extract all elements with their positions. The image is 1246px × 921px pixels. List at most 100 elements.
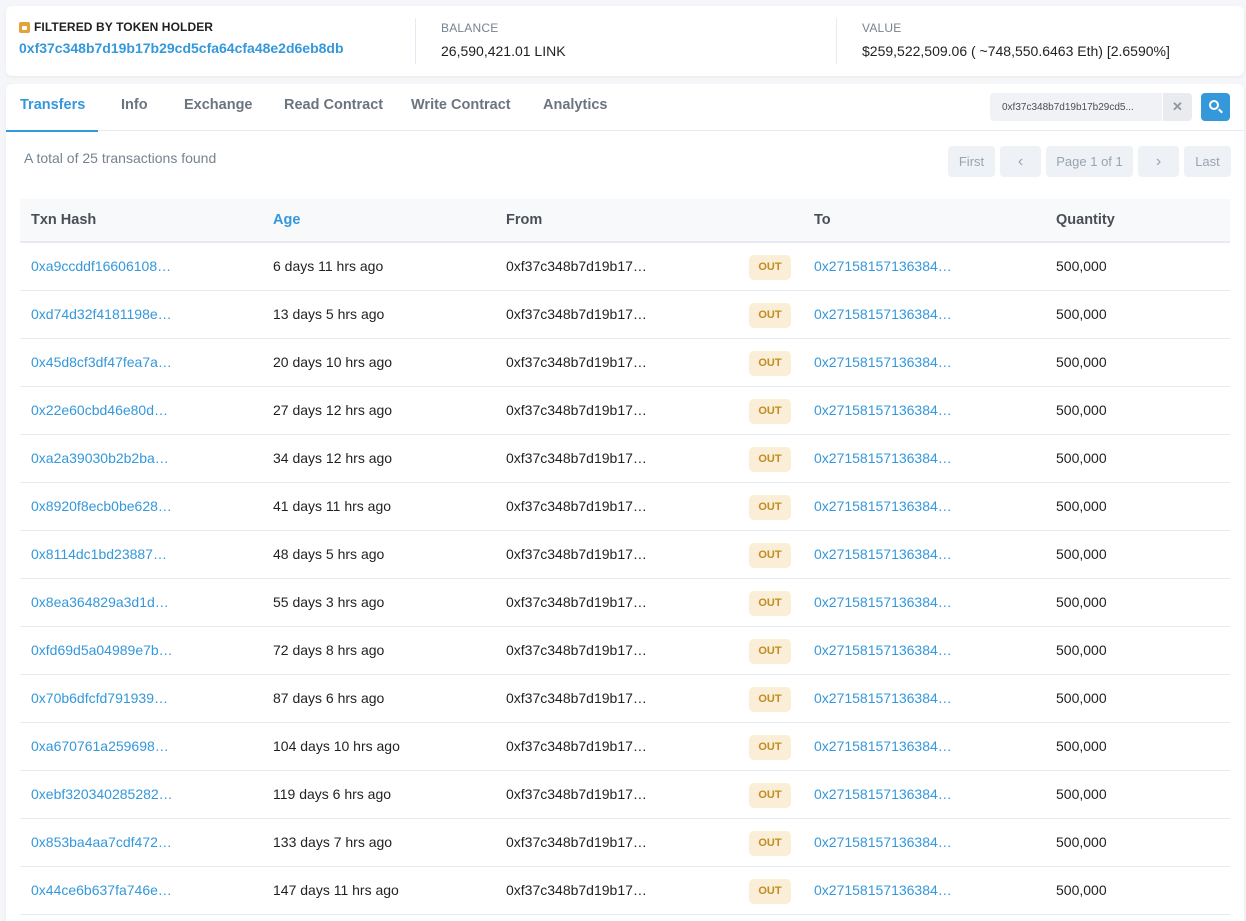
txn-hash-link[interactable]: 0x853ba4aa7cdf472…: [31, 819, 172, 865]
from-address: 0xf37c348b7d19b17…: [506, 834, 647, 850]
from-address: 0xf37c348b7d19b17…: [506, 258, 647, 274]
table-row: 0x44ce6b637fa746e… 147 days 11 hrs ago 0…: [20, 867, 1230, 915]
total-transactions: A total of 25 transactions found: [24, 150, 217, 166]
to-address-link[interactable]: 0x27158157136384…: [814, 675, 952, 721]
quantity-cell: 500,000: [1056, 402, 1107, 418]
chevron-left-icon: ‹: [1017, 152, 1024, 170]
txn-hash-link[interactable]: 0x45d8cf3df47fea7a…: [31, 339, 172, 385]
search-icon: [1209, 100, 1219, 110]
direction-badge: OUT: [749, 687, 791, 712]
txn-hash-link[interactable]: 0xa2a39030b2b2ba…: [31, 435, 169, 481]
divider: [836, 18, 837, 64]
txn-hash-link[interactable]: 0xebf320340285282…: [31, 771, 173, 817]
txn-hash-link[interactable]: 0xfd69d5a04989e7b…: [31, 627, 173, 673]
page-indicator: Page 1 of 1: [1046, 146, 1133, 177]
lock-icon: [19, 21, 30, 33]
from-address: 0xf37c348b7d19b17…: [506, 594, 647, 610]
header-txn-hash: Txn Hash: [31, 212, 97, 228]
from-address: 0xf37c348b7d19b17…: [506, 690, 647, 706]
token-holder-summary: FILTERED BY TOKEN HOLDER 0xf37c348b7d19b…: [6, 6, 1244, 76]
age-cell: 20 days 10 hrs ago: [273, 354, 393, 370]
txn-hash-link[interactable]: 0x8920f8ecb0be628…: [31, 483, 172, 529]
table-row: 0x22e60cbd46e80d… 27 days 12 hrs ago 0xf…: [20, 387, 1230, 435]
to-address-link[interactable]: 0x27158157136384…: [814, 483, 952, 529]
to-address-link[interactable]: 0x27158157136384…: [814, 579, 952, 625]
age-cell: 48 days 5 hrs ago: [273, 546, 385, 562]
holder-address-link[interactable]: 0xf37c348b7d19b17b29cd5cfa64cfa48e2d6eb8…: [19, 40, 415, 56]
direction-badge: OUT: [749, 303, 791, 328]
txn-hash-link[interactable]: 0x22e60cbd46e80d…: [31, 387, 168, 433]
tab-analytics[interactable]: Analytics: [543, 84, 607, 131]
quantity-cell: 500,000: [1056, 258, 1107, 274]
next-page-button[interactable]: ›: [1138, 146, 1179, 177]
direction-badge: OUT: [749, 639, 791, 664]
quantity-cell: 500,000: [1056, 354, 1107, 370]
tab-exchange[interactable]: Exchange: [184, 84, 253, 131]
txn-hash-link[interactable]: 0x8ea364829a3d1d…: [31, 579, 169, 625]
table-header: Txn Hash Age From To Quantity: [20, 199, 1230, 243]
chevron-right-icon: ›: [1155, 152, 1162, 170]
table-row: 0xa9ccddf16606108… 6 days 11 hrs ago 0xf…: [20, 243, 1230, 291]
to-address-link[interactable]: 0x27158157136384…: [814, 819, 952, 865]
quantity-cell: 500,000: [1056, 882, 1107, 898]
direction-badge: OUT: [749, 399, 791, 424]
table-row: 0xebf320340285282… 119 days 6 hrs ago 0x…: [20, 771, 1230, 819]
txn-hash-link[interactable]: 0x8114dc1bd23887…: [31, 531, 167, 577]
from-address: 0xf37c348b7d19b17…: [506, 354, 647, 370]
age-cell: 55 days 3 hrs ago: [273, 594, 385, 610]
transfers-card: Transfers Info Exchange Read Contract Wr…: [5, 84, 1244, 921]
tab-info[interactable]: Info: [121, 84, 148, 131]
txn-hash-link[interactable]: 0x44ce6b637fa746e…: [31, 867, 172, 913]
to-address-link[interactable]: 0x27158157136384…: [814, 771, 952, 817]
clear-search-button[interactable]: ✕: [1162, 93, 1192, 121]
to-address-link[interactable]: 0x27158157136384…: [814, 867, 952, 913]
value-section: VALUE $259,522,509.06 ( ~748,550.6463 Et…: [836, 6, 1244, 76]
from-address: 0xf37c348b7d19b17…: [506, 642, 647, 658]
tab-read-contract[interactable]: Read Contract: [284, 84, 383, 131]
tab-transfers[interactable]: Transfers: [5, 84, 99, 132]
to-address-link[interactable]: 0x27158157136384…: [814, 531, 952, 577]
prev-page-button[interactable]: ‹: [1000, 146, 1041, 177]
age-cell: 6 days 11 hrs ago: [273, 258, 384, 274]
quantity-cell: 500,000: [1056, 834, 1107, 850]
to-address-link[interactable]: 0x27158157136384…: [814, 387, 952, 433]
direction-badge: OUT: [749, 591, 791, 616]
age-cell: 133 days 7 hrs ago: [273, 834, 393, 850]
balance-label: BALANCE: [441, 21, 499, 35]
quantity-cell: 500,000: [1056, 498, 1107, 514]
to-address-link[interactable]: 0x27158157136384…: [814, 243, 952, 289]
to-address-link[interactable]: 0x27158157136384…: [814, 723, 952, 769]
from-address: 0xf37c348b7d19b17…: [506, 786, 647, 802]
tab-write-contract[interactable]: Write Contract: [411, 84, 511, 131]
from-address: 0xf37c348b7d19b17…: [506, 450, 647, 466]
age-cell: 72 days 8 hrs ago: [273, 642, 385, 658]
quantity-cell: 500,000: [1056, 546, 1107, 562]
search-input[interactable]: [990, 93, 1162, 121]
direction-badge: OUT: [749, 831, 791, 856]
txn-hash-link[interactable]: 0x70b6dfcfd791939…: [31, 675, 168, 721]
from-address: 0xf37c348b7d19b17…: [506, 546, 647, 562]
transfers-table: Txn Hash Age From To Quantity 0xa9ccddf1…: [20, 199, 1230, 915]
close-icon: ✕: [1172, 99, 1183, 114]
quantity-cell: 500,000: [1056, 738, 1107, 754]
last-page-button[interactable]: Last: [1184, 146, 1231, 177]
to-address-link[interactable]: 0x27158157136384…: [814, 339, 952, 385]
to-address-link[interactable]: 0x27158157136384…: [814, 435, 952, 481]
table-row: 0x853ba4aa7cdf472… 133 days 7 hrs ago 0x…: [20, 819, 1230, 867]
direction-badge: OUT: [749, 447, 791, 472]
filter-label: FILTERED BY TOKEN HOLDER: [19, 20, 415, 34]
from-address: 0xf37c348b7d19b17…: [506, 306, 647, 322]
direction-badge: OUT: [749, 543, 791, 568]
first-page-button[interactable]: First: [948, 146, 995, 177]
table-row: 0xd74d32f4181198e… 13 days 5 hrs ago 0xf…: [20, 291, 1230, 339]
txn-hash-link[interactable]: 0xa9ccddf16606108…: [31, 243, 171, 289]
to-address-link[interactable]: 0x27158157136384…: [814, 291, 952, 337]
tab-bar: Transfers Info Exchange Read Contract Wr…: [5, 84, 1244, 132]
txn-hash-link[interactable]: 0xd74d32f4181198e…: [31, 291, 172, 337]
from-address: 0xf37c348b7d19b17…: [506, 882, 647, 898]
to-address-link[interactable]: 0x27158157136384…: [814, 627, 952, 673]
search-button[interactable]: [1201, 93, 1230, 121]
txn-hash-link[interactable]: 0xa670761a259698…: [31, 723, 169, 769]
direction-badge: OUT: [749, 735, 791, 760]
header-age[interactable]: Age: [273, 199, 300, 241]
